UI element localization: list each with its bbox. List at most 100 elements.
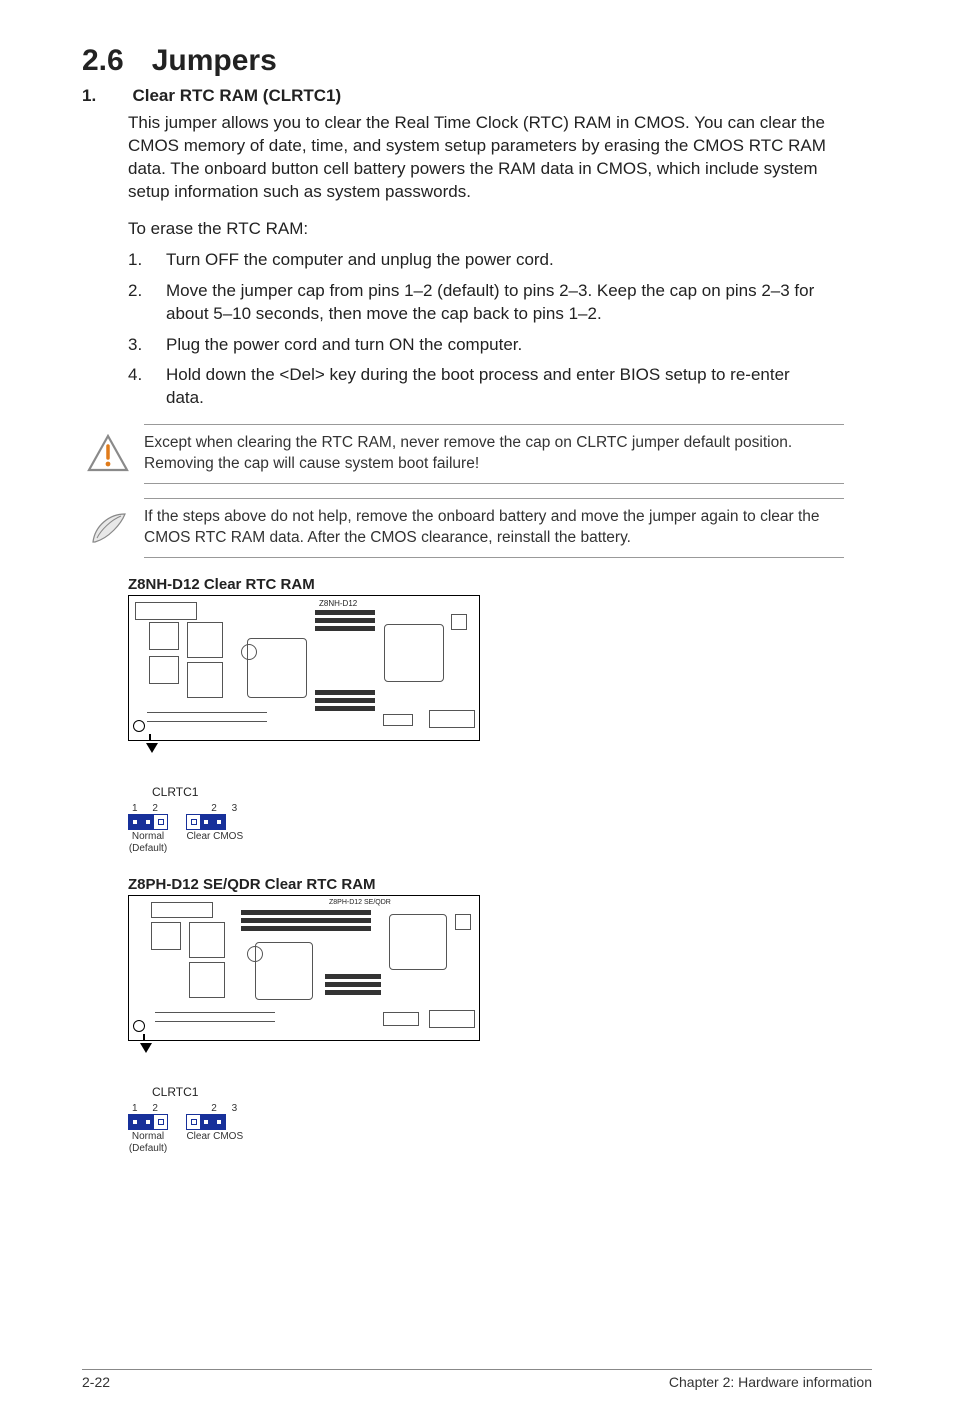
edge-connector: [155, 1012, 275, 1022]
jumper-pin-on: [142, 815, 155, 829]
jumper-state-clear: 2 3 Clear CMOS: [186, 803, 243, 843]
board-component: [429, 710, 475, 728]
board-component: [151, 922, 181, 950]
jumper-pin-on: [142, 1115, 155, 1129]
paragraph-lead: To erase the RTC RAM:: [128, 218, 828, 241]
dimm-slot: [315, 610, 375, 615]
jumper-state-sub: (Default): [128, 1143, 168, 1154]
step-row: 1. Turn OFF the computer and unplug the …: [128, 249, 828, 272]
mounting-hole: [133, 1020, 145, 1032]
board-label: Z8NH-D12: [319, 599, 357, 608]
step-text: Plug the power cord and turn ON the comp…: [166, 334, 828, 357]
pins-range: 2 3: [211, 1103, 243, 1114]
jumper-name: CLRTC1: [152, 785, 872, 799]
jumper-pin-on: [200, 815, 213, 829]
step-text: Turn OFF the computer and unplug the pow…: [166, 249, 828, 272]
jumper-pin-off: [154, 1115, 167, 1129]
cpu-socket: [384, 624, 444, 682]
board-outline: Z8NH-D12: [128, 595, 480, 741]
jumper-state-label: Normal: [128, 1131, 168, 1142]
board-component: [451, 614, 467, 630]
jumper-state-sub: (Default): [128, 843, 168, 854]
dimm-slot: [315, 626, 375, 631]
paragraph-intro: This jumper allows you to clear the Real…: [128, 112, 828, 204]
board-component: [187, 622, 223, 658]
note-text: If the steps above do not help, remove t…: [144, 498, 844, 558]
pins-range: 2 3: [211, 803, 243, 814]
dimm-slot: [325, 974, 381, 979]
dimm-slot: [241, 910, 371, 915]
step-number: 2.: [128, 280, 166, 326]
board-component: [383, 714, 413, 726]
cpu-socket: [389, 914, 447, 970]
board-component: [149, 622, 179, 650]
jumper-pin-on: [213, 1115, 226, 1129]
jumper-pin-on: [213, 815, 226, 829]
step-number: 4.: [128, 364, 166, 410]
board-component: [429, 1010, 475, 1028]
jumper-state-label: Clear CMOS: [186, 831, 243, 842]
jumper-state-normal: 1 2 Normal (Default): [128, 1103, 168, 1154]
board-component: [455, 914, 471, 930]
step-row: 3. Plug the power cord and turn ON the c…: [128, 334, 828, 357]
board-label: Z8PH-D12 SE/QDR: [329, 899, 391, 906]
note-icon: [82, 498, 134, 546]
note-callout: If the steps above do not help, remove t…: [82, 498, 872, 558]
warning-icon: [82, 424, 134, 472]
jumper-pin-off: [187, 1115, 200, 1129]
section-number: 2.6: [82, 44, 124, 78]
jumper-pin-off: [154, 815, 167, 829]
board-component: [187, 662, 223, 698]
section-title: Jumpers: [152, 44, 277, 77]
step-text: Hold down the <Del> key during the boot …: [166, 364, 828, 410]
pins-range: 1 2: [132, 1103, 164, 1114]
jumper-state-normal: 1 2 Normal (Default): [128, 803, 168, 854]
dimm-slot: [241, 918, 371, 923]
board-hole: [241, 644, 257, 660]
arrow-down-icon: [146, 743, 158, 753]
board-component: [149, 656, 179, 684]
diagram-title: Z8NH-D12 Clear RTC RAM: [128, 576, 872, 593]
diagram-z8nh: Z8NH-D12 Clear RTC RAM Z8NH-D12: [128, 576, 872, 854]
dimm-slot: [315, 706, 375, 711]
diagram-z8ph: Z8PH-D12 SE/QDR Clear RTC RAM Z8PH-D12 S…: [128, 876, 872, 1154]
dimm-slot: [325, 982, 381, 987]
chapter-label: Chapter 2: Hardware information: [669, 1374, 872, 1390]
diagram-title: Z8PH-D12 SE/QDR Clear RTC RAM: [128, 876, 872, 893]
arrow-down-icon: [140, 1043, 152, 1053]
cpu-socket: [247, 638, 307, 698]
warning-callout: Except when clearing the RTC RAM, never …: [82, 424, 872, 484]
dimm-slot: [315, 698, 375, 703]
jumper-pin-on: [129, 1115, 142, 1129]
section-heading: 2.6 Jumpers: [82, 44, 872, 78]
board-component: [151, 902, 213, 918]
jumper-state-clear: 2 3 Clear CMOS: [186, 1103, 243, 1143]
page-number: 2-22: [82, 1374, 110, 1390]
jumper-name: CLRTC1: [152, 1085, 872, 1099]
page-footer: 2-22 Chapter 2: Hardware information: [82, 1369, 872, 1390]
jumper-state-label: Normal: [128, 831, 168, 842]
jumper-pin-off: [187, 815, 200, 829]
pins-range: 1 2: [132, 803, 164, 814]
board-outline: Z8PH-D12 SE/QDR: [128, 895, 480, 1041]
step-number: 1.: [128, 249, 166, 272]
step-number: 3.: [128, 334, 166, 357]
step-row: 4. Hold down the <Del> key during the bo…: [128, 364, 828, 410]
jumper-pin-on: [129, 815, 142, 829]
dimm-slot: [315, 690, 375, 695]
warning-text: Except when clearing the RTC RAM, never …: [144, 424, 844, 484]
step-row: 2. Move the jumper cap from pins 1–2 (de…: [128, 280, 828, 326]
cpu-socket: [255, 942, 313, 1000]
board-component: [383, 1012, 419, 1026]
dimm-slot: [325, 990, 381, 995]
board-hole: [247, 946, 263, 962]
edge-connector: [147, 712, 267, 722]
mounting-hole: [133, 720, 145, 732]
dimm-slot: [315, 618, 375, 623]
item-number: 1.: [82, 86, 128, 106]
dimm-slot: [241, 926, 371, 931]
board-component: [135, 602, 197, 620]
board-component: [189, 922, 225, 958]
board-component: [189, 962, 225, 998]
step-text: Move the jumper cap from pins 1–2 (defau…: [166, 280, 828, 326]
